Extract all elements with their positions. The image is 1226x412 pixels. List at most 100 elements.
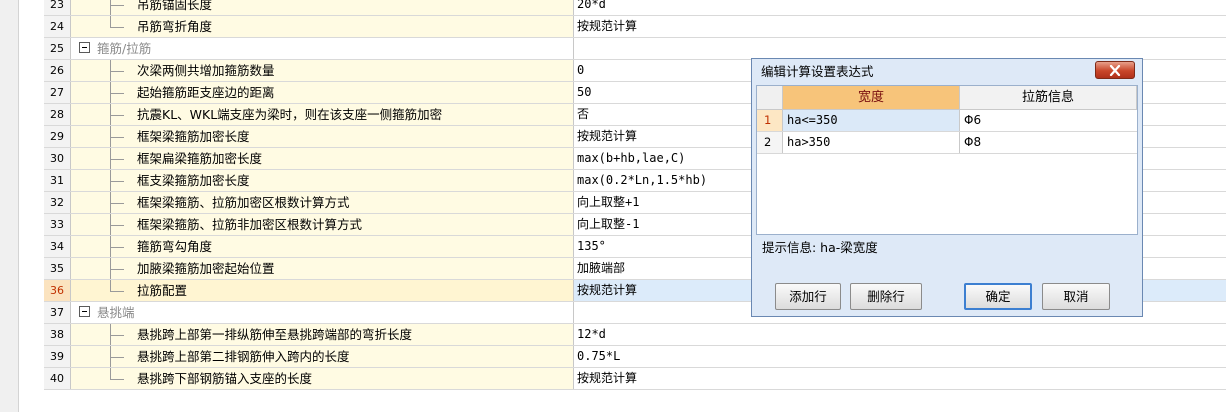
- table-row[interactable]: 2 ha>350 Φ8: [757, 132, 1137, 154]
- setting-value-cell[interactable]: 20*d: [574, 0, 1226, 15]
- tree-branch: [110, 379, 124, 380]
- group-cell: 悬挑端: [71, 302, 574, 323]
- row-number: 24: [44, 16, 71, 37]
- column-header-width[interactable]: 宽度: [783, 86, 960, 110]
- tree-branch: [110, 203, 124, 204]
- row-number: 39: [44, 346, 71, 367]
- table-row[interactable]: 40 悬挑跨下部钢筋锚入支座的长度 按规范计算: [44, 368, 1226, 390]
- setting-name: 框架梁箍筋加密长度: [137, 129, 250, 144]
- setting-name-cell: 框支梁箍筋加密长度: [71, 170, 574, 191]
- tree-branch: [110, 27, 124, 28]
- tie-info-cell[interactable]: Φ6: [960, 110, 1137, 131]
- group-cell: 箍筋/拉筋: [71, 38, 574, 59]
- setting-name: 悬挑跨下部钢筋锚入支座的长度: [137, 371, 313, 386]
- row-number: 37: [44, 302, 71, 323]
- setting-name: 吊筋锚固长度: [137, 0, 213, 12]
- setting-name: 框架梁箍筋、拉筋非加密区根数计算方式: [137, 217, 363, 232]
- setting-name-cell: 框架梁箍筋、拉筋加密区根数计算方式: [71, 192, 574, 213]
- setting-name: 箍筋弯勾角度: [137, 239, 213, 254]
- tie-info-cell[interactable]: Φ8: [960, 132, 1137, 153]
- close-icon: [1109, 65, 1121, 76]
- setting-name-cell: 加腋梁箍筋加密起始位置: [71, 258, 574, 279]
- row-number: 1: [757, 110, 783, 131]
- width-cell[interactable]: ha<=350: [783, 110, 960, 131]
- column-header-tie-info[interactable]: 拉筋信息: [960, 86, 1137, 110]
- setting-name: 起始箍筋距支座边的距离: [137, 85, 275, 100]
- row-number: 30: [44, 148, 71, 169]
- setting-value-cell[interactable]: 12*d: [574, 324, 1226, 345]
- setting-name-cell: 箍筋弯勾角度: [71, 236, 574, 257]
- row-number: 33: [44, 214, 71, 235]
- setting-name: 加腋梁箍筋加密起始位置: [137, 261, 275, 276]
- row-number: 2: [757, 132, 783, 153]
- left-panel-edge: [0, 0, 19, 412]
- hint-text: 提示信息: ha-梁宽度: [762, 240, 878, 255]
- row-number: 34: [44, 236, 71, 257]
- tree-branch: [110, 247, 124, 248]
- setting-name: 抗震KL、WKL端支座为梁时，则在该支座一侧箍筋加密: [137, 107, 443, 122]
- tree-branch: [110, 71, 124, 72]
- table-row[interactable]: 1 ha<=350 Φ6: [757, 110, 1137, 132]
- tree-line: [110, 0, 111, 15]
- tree-branch: [110, 291, 124, 292]
- setting-name: 框架梁箍筋、拉筋加密区根数计算方式: [137, 195, 350, 210]
- group-label: 箍筋/拉筋: [97, 41, 152, 56]
- setting-name-cell: 拉筋配置: [71, 280, 574, 301]
- setting-name: 拉筋配置: [137, 283, 188, 298]
- collapse-icon[interactable]: [79, 42, 90, 53]
- setting-name-cell: 框架梁箍筋加密长度: [71, 126, 574, 147]
- tree-branch: [110, 181, 124, 182]
- row-number: 40: [44, 368, 71, 389]
- table-row[interactable]: 39 悬挑跨上部第二排钢筋伸入跨内的长度 0.75*L: [44, 346, 1226, 368]
- ok-button[interactable]: 确定: [964, 283, 1032, 310]
- dialog-close-button[interactable]: [1095, 61, 1135, 79]
- row-number: 25: [44, 38, 71, 59]
- group-row[interactable]: 25 箍筋/拉筋: [44, 38, 1226, 60]
- setting-value-cell[interactable]: 0.75*L: [574, 346, 1226, 367]
- setting-name-cell: 吊筋锚固长度: [71, 0, 574, 15]
- edit-expression-dialog: 编辑计算设置表达式 宽度 拉筋信息 1 ha<=350 Φ6 2 ha>350 …: [751, 58, 1143, 317]
- setting-value-cell: [574, 38, 1226, 59]
- setting-name-cell: 悬挑跨上部第二排钢筋伸入跨内的长度: [71, 346, 574, 367]
- tree-branch: [110, 269, 124, 270]
- setting-name-cell: 框架梁箍筋、拉筋非加密区根数计算方式: [71, 214, 574, 235]
- row-number: 26: [44, 60, 71, 81]
- tree-branch: [110, 137, 124, 138]
- setting-value-cell[interactable]: 按规范计算: [574, 16, 1226, 37]
- setting-name-cell: 起始箍筋距支座边的距离: [71, 82, 574, 103]
- delete-row-button[interactable]: 删除行: [850, 283, 922, 310]
- add-row-button[interactable]: 添加行: [775, 283, 841, 310]
- row-number: 29: [44, 126, 71, 147]
- setting-name-cell: 悬挑跨下部钢筋锚入支座的长度: [71, 368, 574, 389]
- expression-table: 宽度 拉筋信息 1 ha<=350 Φ6 2 ha>350 Φ8: [756, 85, 1138, 235]
- tree-branch: [110, 159, 124, 160]
- setting-name: 悬挑跨上部第一排纵筋伸至悬挑跨端部的弯折长度: [137, 327, 413, 342]
- tree-branch: [110, 115, 124, 116]
- table-corner-header: [757, 86, 783, 110]
- table-row[interactable]: 23 吊筋锚固长度 20*d: [44, 0, 1226, 16]
- width-cell[interactable]: ha>350: [783, 132, 960, 153]
- setting-name-cell: 次梁两侧共增加箍筋数量: [71, 60, 574, 81]
- cancel-button[interactable]: 取消: [1042, 283, 1110, 310]
- setting-name-cell: 框架扁梁箍筋加密长度: [71, 148, 574, 169]
- setting-name: 悬挑跨上部第二排钢筋伸入跨内的长度: [137, 349, 350, 364]
- row-number: 28: [44, 104, 71, 125]
- setting-value-cell[interactable]: 按规范计算: [574, 368, 1226, 389]
- row-number: 32: [44, 192, 71, 213]
- setting-name-cell: 悬挑跨上部第一排纵筋伸至悬挑跨端部的弯折长度: [71, 324, 574, 345]
- tree-branch: [110, 357, 124, 358]
- dialog-title: 编辑计算设置表达式: [761, 64, 874, 79]
- tree-branch: [110, 5, 124, 6]
- setting-name-cell: 抗震KL、WKL端支座为梁时，则在该支座一侧箍筋加密: [71, 104, 574, 125]
- row-number: 38: [44, 324, 71, 345]
- collapse-icon[interactable]: [79, 306, 90, 317]
- tree-branch: [110, 225, 124, 226]
- setting-name: 次梁两侧共增加箍筋数量: [137, 63, 275, 78]
- row-number: 23: [44, 0, 71, 15]
- table-row[interactable]: 38 悬挑跨上部第一排纵筋伸至悬挑跨端部的弯折长度 12*d: [44, 324, 1226, 346]
- row-number: 27: [44, 82, 71, 103]
- setting-name: 框架扁梁箍筋加密长度: [137, 151, 263, 166]
- tree-branch: [110, 335, 124, 336]
- table-row[interactable]: 24 吊筋弯折角度 按规范计算: [44, 16, 1226, 38]
- setting-name: 框支梁箍筋加密长度: [137, 173, 250, 188]
